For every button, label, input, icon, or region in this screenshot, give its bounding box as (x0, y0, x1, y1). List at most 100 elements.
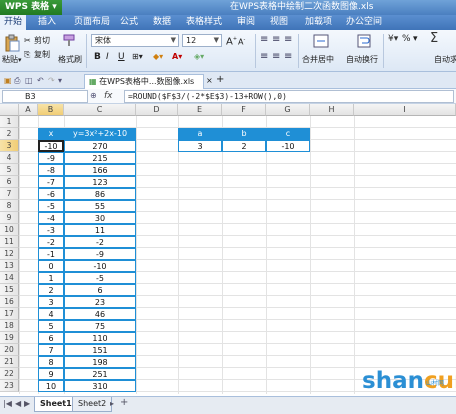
align-middle-icon[interactable]: ≡ (272, 35, 280, 45)
font-size-select[interactable]: 12 ▼ (182, 34, 222, 47)
prev-sheet-icon[interactable]: ◀ (15, 399, 21, 408)
fill-color-icon[interactable]: ◆▾ (153, 52, 163, 62)
column-header[interactable]: D (136, 104, 178, 116)
coef-header-c[interactable]: c (266, 128, 310, 140)
tab-page-layout[interactable]: 页面布局 (74, 15, 110, 30)
currency-icon[interactable]: ¥▾ (388, 34, 398, 44)
coef-header-a[interactable]: a (178, 128, 222, 140)
copy-button[interactable]: 复制 (34, 50, 50, 60)
row-header[interactable]: 6 (0, 176, 19, 188)
align-right-icon[interactable]: ≡ (284, 52, 292, 62)
chevron-down-icon[interactable]: ▾ (413, 34, 418, 44)
search-icon[interactable]: ⊕ (90, 91, 97, 101)
fx-icon[interactable]: fx (104, 90, 113, 103)
document-tab[interactable]: ▦ 在WPS表格中...数图像.xls (84, 74, 204, 89)
row-header[interactable]: 16 (0, 296, 19, 308)
merge-center-button[interactable]: 合并居中 (302, 55, 334, 65)
paste-dropdown-icon[interactable]: ▾ (18, 55, 22, 65)
column-header[interactable]: B (38, 104, 64, 116)
tab-addins[interactable]: 加载项 (305, 15, 332, 30)
table-cell-x[interactable]: 6 (38, 332, 64, 344)
name-box[interactable]: B3 (2, 90, 88, 103)
table-cell-y[interactable]: 215 (64, 152, 136, 164)
table-cell-x[interactable]: -10 (38, 140, 64, 152)
select-all-corner[interactable] (0, 104, 19, 116)
table-cell-y[interactable]: 30 (64, 212, 136, 224)
tab-office-space[interactable]: 办公空间 (346, 15, 382, 30)
column-header[interactable]: G (266, 104, 310, 116)
table-cell-x[interactable]: 2 (38, 284, 64, 296)
tab-review[interactable]: 审阅 (237, 15, 255, 30)
table-cell-y[interactable]: -9 (64, 248, 136, 260)
tab-view[interactable]: 视图 (270, 15, 288, 30)
row-header[interactable]: 2 (0, 128, 19, 140)
quick-access-dropdown-icon[interactable]: ▾ (58, 76, 62, 86)
align-bottom-icon[interactable]: ≡ (284, 35, 292, 45)
align-left-icon[interactable]: ≡ (260, 52, 268, 62)
sum-icon[interactable]: Σ (430, 32, 438, 45)
table-cell-x[interactable]: 1 (38, 272, 64, 284)
row-header[interactable]: 8 (0, 200, 19, 212)
table-cell-x[interactable]: -4 (38, 212, 64, 224)
tab-formulas[interactable]: 公式 (120, 15, 138, 30)
underline-button[interactable]: U (118, 52, 125, 62)
row-header[interactable]: 18 (0, 320, 19, 332)
table-cell-x[interactable]: 3 (38, 296, 64, 308)
redo-icon[interactable]: ↷ (48, 76, 55, 86)
border-icon[interactable]: ⊞▾ (132, 52, 143, 62)
table-cell-x[interactable]: 8 (38, 356, 64, 368)
italic-button[interactable]: I (106, 52, 109, 62)
tab-home[interactable]: 开始 (0, 15, 27, 30)
row-header[interactable]: 4 (0, 152, 19, 164)
row-header[interactable]: 19 (0, 332, 19, 344)
sheet-tab-menu-icon[interactable]: ▸ (110, 399, 114, 408)
cut-button[interactable]: 剪切 (34, 36, 50, 46)
table-cell-y[interactable]: 310 (64, 380, 136, 392)
row-header[interactable]: 11 (0, 236, 19, 248)
first-sheet-icon[interactable]: |◀ (3, 399, 12, 408)
table-cell-y[interactable]: 75 (64, 320, 136, 332)
formula-input[interactable]: =ROUND($F$3/(-2*$E$3)-13+ROW(),0) (124, 90, 454, 103)
table-cell-y[interactable]: 198 (64, 356, 136, 368)
coef-header-b[interactable]: b (222, 128, 266, 140)
clear-format-icon[interactable]: ◈▾ (194, 52, 204, 62)
table-cell-y[interactable]: 123 (64, 176, 136, 188)
auto-sum-button[interactable]: 自动求 (434, 55, 456, 65)
add-sheet-button[interactable]: + (120, 397, 128, 408)
sheet-tab-sheet2[interactable]: Sheet2 (72, 397, 113, 412)
bold-button[interactable]: B (94, 52, 101, 62)
table-cell-x[interactable]: -6 (38, 188, 64, 200)
table-cell-y[interactable]: 23 (64, 296, 136, 308)
table-cell-y[interactable]: 55 (64, 200, 136, 212)
undo-icon[interactable]: ↶ (37, 76, 44, 86)
table-cell-x[interactable]: -1 (38, 248, 64, 260)
wrap-text-icon[interactable] (357, 34, 371, 48)
font-color-icon[interactable]: A▾ (172, 52, 182, 62)
row-header[interactable]: 20 (0, 344, 19, 356)
table-cell-x[interactable]: 5 (38, 320, 64, 332)
table-cell-x[interactable]: 9 (38, 368, 64, 380)
grow-font-button[interactable]: A+ (226, 34, 237, 47)
table-cell-y[interactable]: 86 (64, 188, 136, 200)
table-cell-y[interactable]: 110 (64, 332, 136, 344)
table-cell-x[interactable]: -9 (38, 152, 64, 164)
table-cell-x[interactable]: -5 (38, 200, 64, 212)
column-header[interactable]: I (354, 104, 456, 116)
shrink-font-button[interactable]: A- (238, 35, 245, 48)
new-tab-button[interactable]: + (216, 75, 224, 85)
column-header[interactable]: C (64, 104, 136, 116)
row-header[interactable]: 12 (0, 248, 19, 260)
table-cell-y[interactable]: 270 (64, 140, 136, 152)
table-cell-x[interactable]: 7 (38, 344, 64, 356)
app-menu-button[interactable]: WPS 表格 ▾ (0, 0, 62, 15)
align-top-icon[interactable]: ≡ (260, 35, 268, 45)
table-cell-y[interactable]: -10 (64, 260, 136, 272)
paste-icon[interactable] (4, 34, 20, 52)
table-cell-y[interactable]: 46 (64, 308, 136, 320)
row-header[interactable]: 13 (0, 260, 19, 272)
table-cell-y[interactable]: 11 (64, 224, 136, 236)
preview-icon[interactable]: ◫ (25, 76, 33, 86)
row-header[interactable]: 9 (0, 212, 19, 224)
table-cell-x[interactable]: -7 (38, 176, 64, 188)
format-painter-button[interactable]: 格式刷 (58, 55, 82, 65)
